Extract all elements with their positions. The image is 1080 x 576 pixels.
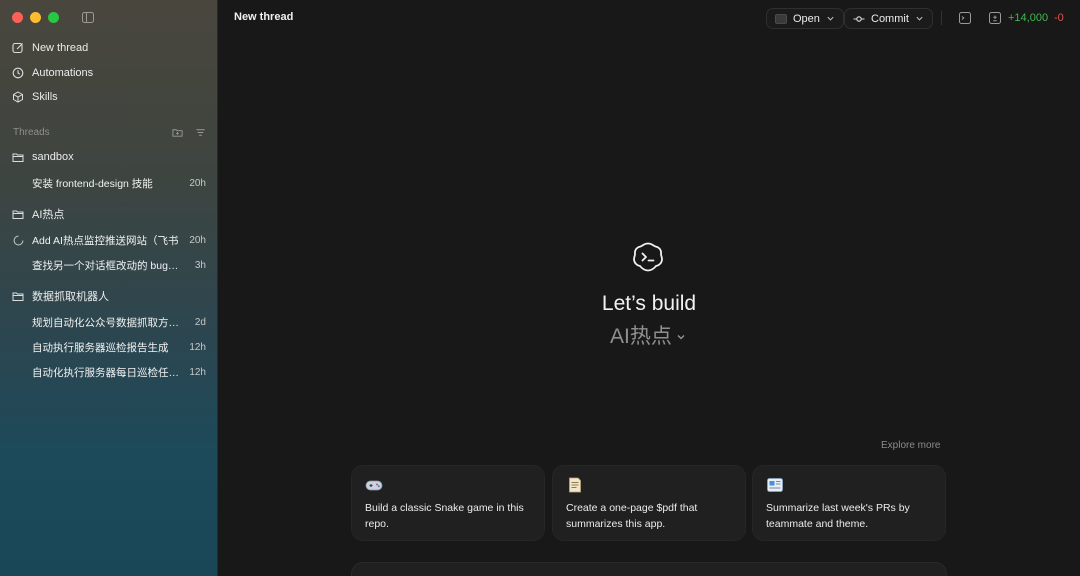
folder-icon bbox=[12, 153, 24, 162]
folder-label: 数据抓取机器人 bbox=[32, 291, 109, 303]
thread-item[interactable]: 自动执行服务器巡检报告生成 12h bbox=[32, 339, 206, 355]
prompt-composer[interactable] bbox=[351, 562, 947, 576]
folder-sandbox[interactable]: sandbox bbox=[12, 149, 74, 165]
thread-item[interactable]: 自动化执行服务器每日巡检任… 12h bbox=[32, 364, 206, 380]
thread-title: 自动化执行服务器每日巡检任… bbox=[32, 366, 179, 379]
diff-removed-count: -0 bbox=[1054, 12, 1064, 24]
page-title: New thread bbox=[234, 11, 294, 23]
chevron-down-icon bbox=[677, 335, 685, 340]
hero-title: Let’s build bbox=[601, 292, 697, 315]
diff-added-count: +14,000 bbox=[1008, 12, 1049, 24]
document-icon bbox=[569, 477, 581, 493]
threads-header: Threads bbox=[13, 125, 206, 139]
project-name: AI热点 bbox=[610, 325, 672, 348]
nav-label: New thread bbox=[32, 42, 89, 54]
project-selector[interactable]: AI热点 bbox=[610, 320, 686, 350]
folder-icon bbox=[12, 292, 24, 301]
codex-logo-icon bbox=[633, 242, 663, 272]
thread-title: 查找另一个对话框改动的 bug… bbox=[32, 259, 179, 272]
folder-ai-hotspot[interactable]: AI热点 bbox=[12, 206, 64, 222]
sidebar: New thread Automations Skills Threads sa… bbox=[0, 0, 218, 576]
suggestion-card[interactable]: Create a one-page $pdf that summarizes t… bbox=[552, 465, 746, 541]
terminal-toggle-icon[interactable] bbox=[958, 11, 972, 25]
commit-button[interactable]: Commit bbox=[844, 8, 933, 29]
terminal-icon bbox=[775, 13, 787, 24]
newspaper-icon bbox=[767, 478, 783, 492]
nav-automations[interactable]: Automations bbox=[12, 64, 93, 82]
edit-icon bbox=[12, 42, 23, 54]
thread-item[interactable]: Add AI热点监控推送网站（飞书 20h bbox=[32, 232, 206, 248]
clock-icon bbox=[12, 67, 24, 79]
sidebar-toggle-icon[interactable] bbox=[82, 12, 94, 23]
nav-new-thread[interactable]: New thread bbox=[12, 39, 88, 57]
thread-time: 12h bbox=[189, 341, 206, 353]
nav-skills[interactable]: Skills bbox=[12, 88, 58, 106]
folder-label: AI热点 bbox=[32, 209, 65, 221]
nav-label: Automations bbox=[32, 67, 94, 79]
window-controls bbox=[12, 12, 59, 23]
commit-label: Commit bbox=[871, 12, 909, 25]
suggestion-text: Create a one-page $pdf that summarizes t… bbox=[566, 502, 698, 530]
chevron-down-icon bbox=[827, 16, 834, 21]
thread-time: 20h bbox=[189, 234, 206, 246]
nav-label: Skills bbox=[32, 91, 58, 103]
suggestion-card[interactable]: Summarize last week's PRs by teammate an… bbox=[752, 465, 946, 541]
game-controller-icon bbox=[365, 480, 383, 491]
open-label: Open bbox=[793, 12, 820, 25]
thread-time: 20h bbox=[189, 177, 206, 189]
explore-more-link[interactable]: Explore more bbox=[881, 440, 940, 451]
maximize-window-button[interactable] bbox=[48, 12, 59, 23]
threads-label: Threads bbox=[13, 126, 50, 138]
thread-item[interactable]: 规划自动化公众号数据抓取方… 2d bbox=[32, 314, 206, 330]
thread-item[interactable]: 查找另一个对话框改动的 bug… 3h bbox=[32, 257, 206, 273]
chevron-down-icon bbox=[916, 16, 923, 21]
main-panel: New thread Open Commit +14,000 -0 Let’s … bbox=[218, 0, 1080, 576]
folder-data-crawler[interactable]: 数据抓取机器人 bbox=[12, 288, 109, 304]
thread-item[interactable]: 安装 frontend-design 技能 20h bbox=[32, 175, 206, 191]
thread-title: 安装 frontend-design 技能 bbox=[32, 177, 153, 190]
folder-label: sandbox bbox=[32, 151, 74, 163]
filter-icon[interactable] bbox=[195, 127, 206, 138]
thread-title: 自动执行服务器巡检报告生成 bbox=[32, 341, 169, 354]
open-button[interactable]: Open bbox=[766, 8, 844, 29]
folder-icon bbox=[12, 210, 24, 219]
thread-title: Add AI热点监控推送网站（飞书 bbox=[32, 234, 179, 247]
git-commit-icon bbox=[853, 15, 865, 22]
new-folder-icon[interactable] bbox=[172, 127, 183, 138]
diff-panel-icon[interactable] bbox=[988, 11, 1002, 25]
suggestion-text: Summarize last week's PRs by teammate an… bbox=[766, 502, 910, 530]
spinner-icon bbox=[13, 235, 24, 246]
toolbar-divider bbox=[941, 11, 942, 25]
suggestion-text: Build a classic Snake game in this repo. bbox=[365, 502, 524, 530]
thread-time: 2d bbox=[194, 316, 206, 328]
suggestion-card[interactable]: Build a classic Snake game in this repo. bbox=[351, 465, 545, 541]
cube-icon bbox=[13, 91, 23, 103]
thread-title: 规划自动化公众号数据抓取方… bbox=[32, 316, 179, 329]
minimize-window-button[interactable] bbox=[30, 12, 41, 23]
thread-time: 3h bbox=[194, 259, 206, 271]
thread-time: 12h bbox=[189, 366, 206, 378]
close-window-button[interactable] bbox=[12, 12, 23, 23]
